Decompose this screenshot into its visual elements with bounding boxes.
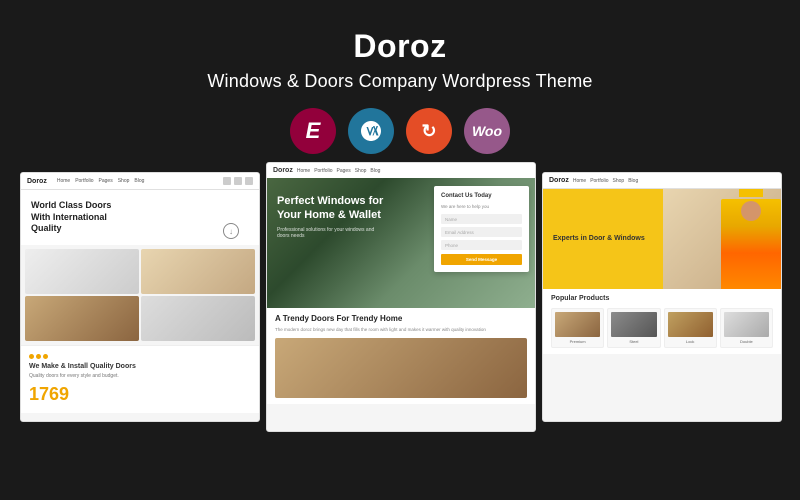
product-item-1: Premium bbox=[551, 308, 604, 348]
right-nav-links: Home Portfolio Shop Blog bbox=[573, 178, 638, 184]
page-title: Doroz bbox=[353, 28, 446, 65]
products-section: Popular Products Premium Steel Lock bbox=[543, 289, 781, 354]
worker-figure bbox=[721, 199, 781, 289]
left-nav-links: Home Portfolio Pages Shop Blog bbox=[57, 178, 145, 184]
product-label-4: Double bbox=[724, 339, 769, 344]
left-bottom-text: Quality doors for every style and budget… bbox=[29, 373, 251, 380]
product-item-3: Lock bbox=[664, 308, 717, 348]
door-image bbox=[25, 296, 139, 341]
phone-field[interactable]: Phone bbox=[441, 240, 522, 250]
contact-form-title: Contact Us Today bbox=[441, 193, 522, 199]
screenshot-left: Doroz Home Portfolio Pages Shop Blog Wor… bbox=[20, 172, 260, 422]
yellow-dots bbox=[29, 354, 251, 359]
product-image-1 bbox=[555, 312, 600, 337]
center-nav: Doroz Home Portfolio Pages Shop Blog bbox=[267, 163, 535, 178]
product-item-2: Steel bbox=[607, 308, 660, 348]
page-subtitle: Windows & Doors Company Wordpress Theme bbox=[207, 71, 592, 92]
screenshots-row: Doroz Home Portfolio Pages Shop Blog Wor… bbox=[20, 172, 780, 442]
right-hero-title: Experts in Door & Windows bbox=[553, 234, 653, 243]
center-hero: Perfect Windows for Your Home & Wallet P… bbox=[267, 178, 535, 308]
right-hero-image bbox=[663, 189, 781, 289]
worker-helmet bbox=[739, 189, 763, 197]
product-image-4 bbox=[724, 312, 769, 337]
product-item-4: Double bbox=[720, 308, 773, 348]
room-image bbox=[141, 296, 255, 341]
left-bottom: We Make & Install Quality Doors Quality … bbox=[21, 345, 259, 413]
wordpress-icon[interactable] bbox=[348, 108, 394, 154]
product-label-1: Premium bbox=[555, 339, 600, 344]
screenshot-center: Doroz Home Portfolio Pages Shop Blog Per… bbox=[266, 162, 536, 432]
name-field[interactable]: Name bbox=[441, 214, 522, 224]
scroll-down-icon: ↓ bbox=[223, 223, 239, 239]
send-message-button[interactable]: Send Message bbox=[441, 254, 522, 265]
redux-icon[interactable]: ↻ bbox=[406, 108, 452, 154]
right-hero: Experts in Door & Windows bbox=[543, 189, 781, 289]
left-logo: Doroz bbox=[27, 178, 47, 185]
center-nav-links: Home Portfolio Pages Shop Blog bbox=[297, 168, 381, 174]
screenshot-right: Doroz Home Portfolio Shop Blog Experts i… bbox=[542, 172, 782, 422]
product-label-3: Lock bbox=[668, 339, 713, 344]
left-images-grid bbox=[21, 245, 259, 345]
toilet-image bbox=[25, 249, 139, 294]
product-image-2 bbox=[611, 312, 656, 337]
center-hero-sub: Professional solutions for your windows … bbox=[277, 227, 387, 240]
trendy-image bbox=[275, 338, 527, 398]
left-nav: Doroz Home Portfolio Pages Shop Blog bbox=[21, 173, 259, 190]
wordpress-logo bbox=[359, 119, 383, 143]
woocommerce-icon[interactable]: Woo bbox=[464, 108, 510, 154]
product-label-2: Steel bbox=[611, 339, 656, 344]
worker-head bbox=[741, 201, 761, 221]
trendy-title: A Trendy Doors For Trendy Home bbox=[275, 314, 527, 323]
product-image-3 bbox=[668, 312, 713, 337]
left-hero-title: World Class Doors With International Qua… bbox=[31, 200, 131, 235]
products-grid: Premium Steel Lock Double bbox=[551, 308, 773, 348]
email-field[interactable]: Email Address bbox=[441, 227, 522, 237]
center-hero-text: Perfect Windows for Your Home & Wallet P… bbox=[267, 178, 397, 256]
left-bottom-title: We Make & Install Quality Doors bbox=[29, 363, 251, 370]
elementor-icon[interactable]: E bbox=[290, 108, 336, 154]
trendy-text: The modern doroz brings new day that fil… bbox=[275, 327, 527, 334]
main-container: Doroz Windows & Doors Company Wordpress … bbox=[0, 0, 800, 500]
center-bottom: A Trendy Doors For Trendy Home The moder… bbox=[267, 308, 535, 404]
center-hero-title: Perfect Windows for Your Home & Wallet bbox=[277, 194, 387, 223]
right-nav: Doroz Home Portfolio Shop Blog bbox=[543, 173, 781, 189]
contact-form-sub: We are here to help you bbox=[441, 204, 522, 209]
products-title: Popular Products bbox=[551, 295, 773, 302]
kitchen-image bbox=[141, 249, 255, 294]
right-logo: Doroz bbox=[549, 177, 569, 184]
left-hero: World Class Doors With International Qua… bbox=[21, 190, 259, 245]
plugin-icons-row: E ↻ Woo bbox=[290, 108, 510, 154]
center-logo: Doroz bbox=[273, 167, 293, 174]
left-nav-icons bbox=[223, 177, 253, 185]
left-number: 1769 bbox=[29, 384, 251, 405]
right-hero-yellow: Experts in Door & Windows bbox=[543, 189, 663, 289]
contact-form: Contact Us Today We are here to help you… bbox=[434, 186, 529, 272]
